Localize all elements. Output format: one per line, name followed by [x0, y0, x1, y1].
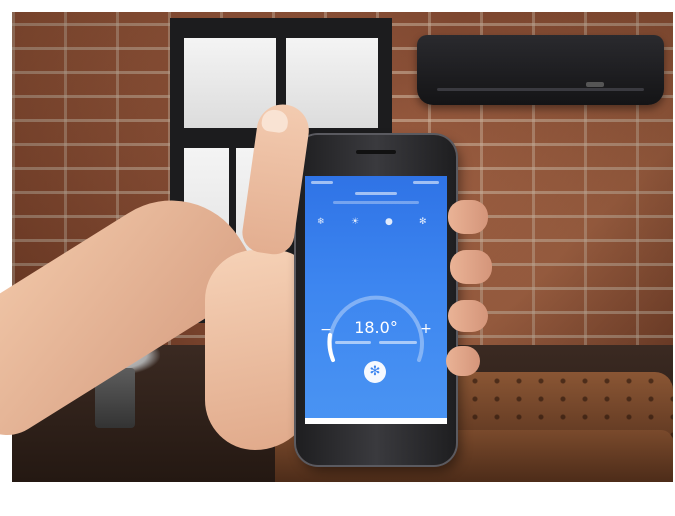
drop-icon[interactable]: ●	[385, 218, 393, 227]
app-header	[325, 192, 427, 204]
mode-caption	[335, 341, 417, 345]
phone-speaker	[356, 150, 396, 154]
phone-screen: ❄ ☀ ● ✻ − + 18.0° ✻	[305, 176, 447, 424]
finger	[448, 300, 488, 332]
temperature-readout: 18.0°	[354, 318, 398, 337]
finger	[446, 346, 480, 376]
finger	[448, 200, 488, 234]
fan-icon[interactable]: ✻	[419, 218, 427, 227]
ac-logo	[586, 82, 604, 87]
app-title-text	[355, 192, 397, 195]
status-bar-text	[311, 181, 333, 184]
snowflake-icon[interactable]: ❄	[317, 218, 325, 227]
app-subtitle-text	[333, 201, 419, 204]
bottom-nav-bar	[305, 418, 447, 424]
fan-icon: ✻	[369, 364, 381, 379]
photo-scene: ❄ ☀ ● ✻ − + 18.0° ✻	[0, 0, 675, 516]
increase-temp-button[interactable]: +	[419, 322, 433, 336]
status-bar-indicators	[413, 181, 439, 184]
status-bar	[305, 178, 447, 188]
dial-progress	[327, 333, 335, 362]
air-conditioner-unit	[417, 35, 664, 105]
finger	[450, 250, 492, 284]
caption-text	[335, 341, 371, 344]
sun-icon[interactable]: ☀	[351, 218, 359, 227]
caption-text	[379, 341, 417, 344]
ac-vent	[437, 88, 644, 91]
decrease-temp-button[interactable]: −	[319, 323, 333, 337]
fan-speed-button[interactable]: ✻	[364, 361, 386, 383]
